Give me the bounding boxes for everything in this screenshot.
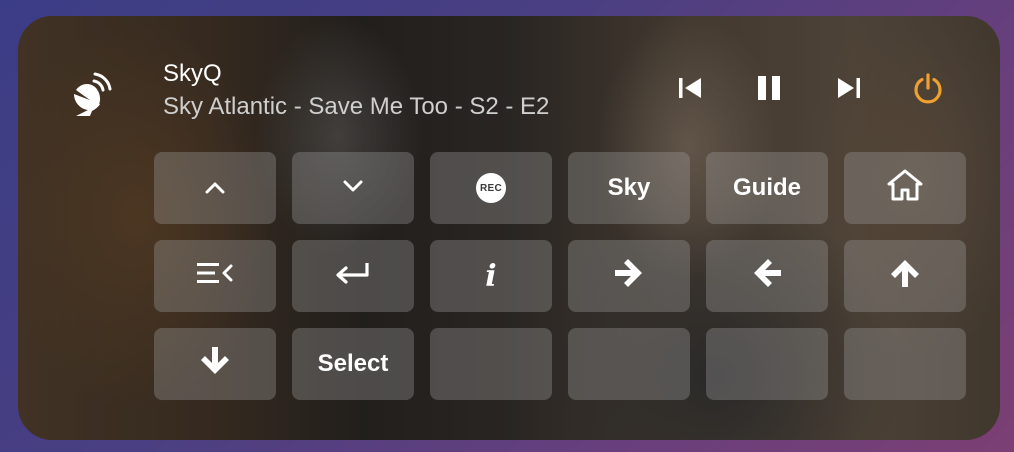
previous-track-button[interactable] [670,70,710,110]
home-button[interactable] [844,152,966,224]
right-arrow-button[interactable] [568,240,690,312]
arrow-right-icon [612,258,646,295]
card-content: SkyQ Sky Atlantic - Save Me Too - S2 - E… [18,16,1000,440]
pause-button[interactable] [749,70,789,110]
chevron-down-icon [341,174,365,202]
home-icon [886,168,924,209]
keyboard-return-icon [333,260,373,293]
remote-keypad: REC Sky Guide i Select [154,152,966,400]
media-remote-card: SkyQ Sky Atlantic - Save Me Too - S2 - E… [18,16,1000,440]
previous-track-icon [677,75,703,106]
info-icon: i [485,258,497,294]
media-title: SkyQ [163,60,222,87]
blank-key-4[interactable] [844,328,966,400]
blank-key-1[interactable] [430,328,552,400]
menu-open-icon [195,260,235,293]
power-button[interactable] [908,70,948,110]
guide-button-label: Guide [732,174,801,201]
guide-button[interactable]: Guide [706,152,828,224]
sky-button[interactable]: Sky [568,152,690,224]
left-arrow-button[interactable] [706,240,828,312]
record-button[interactable]: REC [430,152,552,224]
record-icon: REC [476,173,506,203]
next-track-button[interactable] [829,70,869,110]
up-arrow-button[interactable] [844,240,966,312]
media-subtitle: Sky Atlantic - Save Me Too - S2 - E2 [163,93,550,120]
back-button[interactable] [292,240,414,312]
down-arrow-button[interactable] [154,328,276,400]
blank-key-2[interactable] [568,328,690,400]
sky-button-label: Sky [607,174,651,201]
select-button-label: Select [317,350,389,377]
up-chevron-button[interactable] [154,152,276,224]
power-icon [912,72,944,109]
down-chevron-button[interactable] [292,152,414,224]
select-button[interactable]: Select [292,328,414,400]
info-button[interactable]: i [430,240,552,312]
pause-icon [756,74,782,107]
next-track-icon [836,75,862,106]
satellite-dish-icon [68,72,112,116]
menu-collapse-button[interactable] [154,240,276,312]
arrow-up-icon [890,256,920,297]
chevron-up-icon [203,174,227,202]
arrow-down-icon [200,344,230,385]
arrow-left-icon [750,258,784,295]
blank-key-3[interactable] [706,328,828,400]
